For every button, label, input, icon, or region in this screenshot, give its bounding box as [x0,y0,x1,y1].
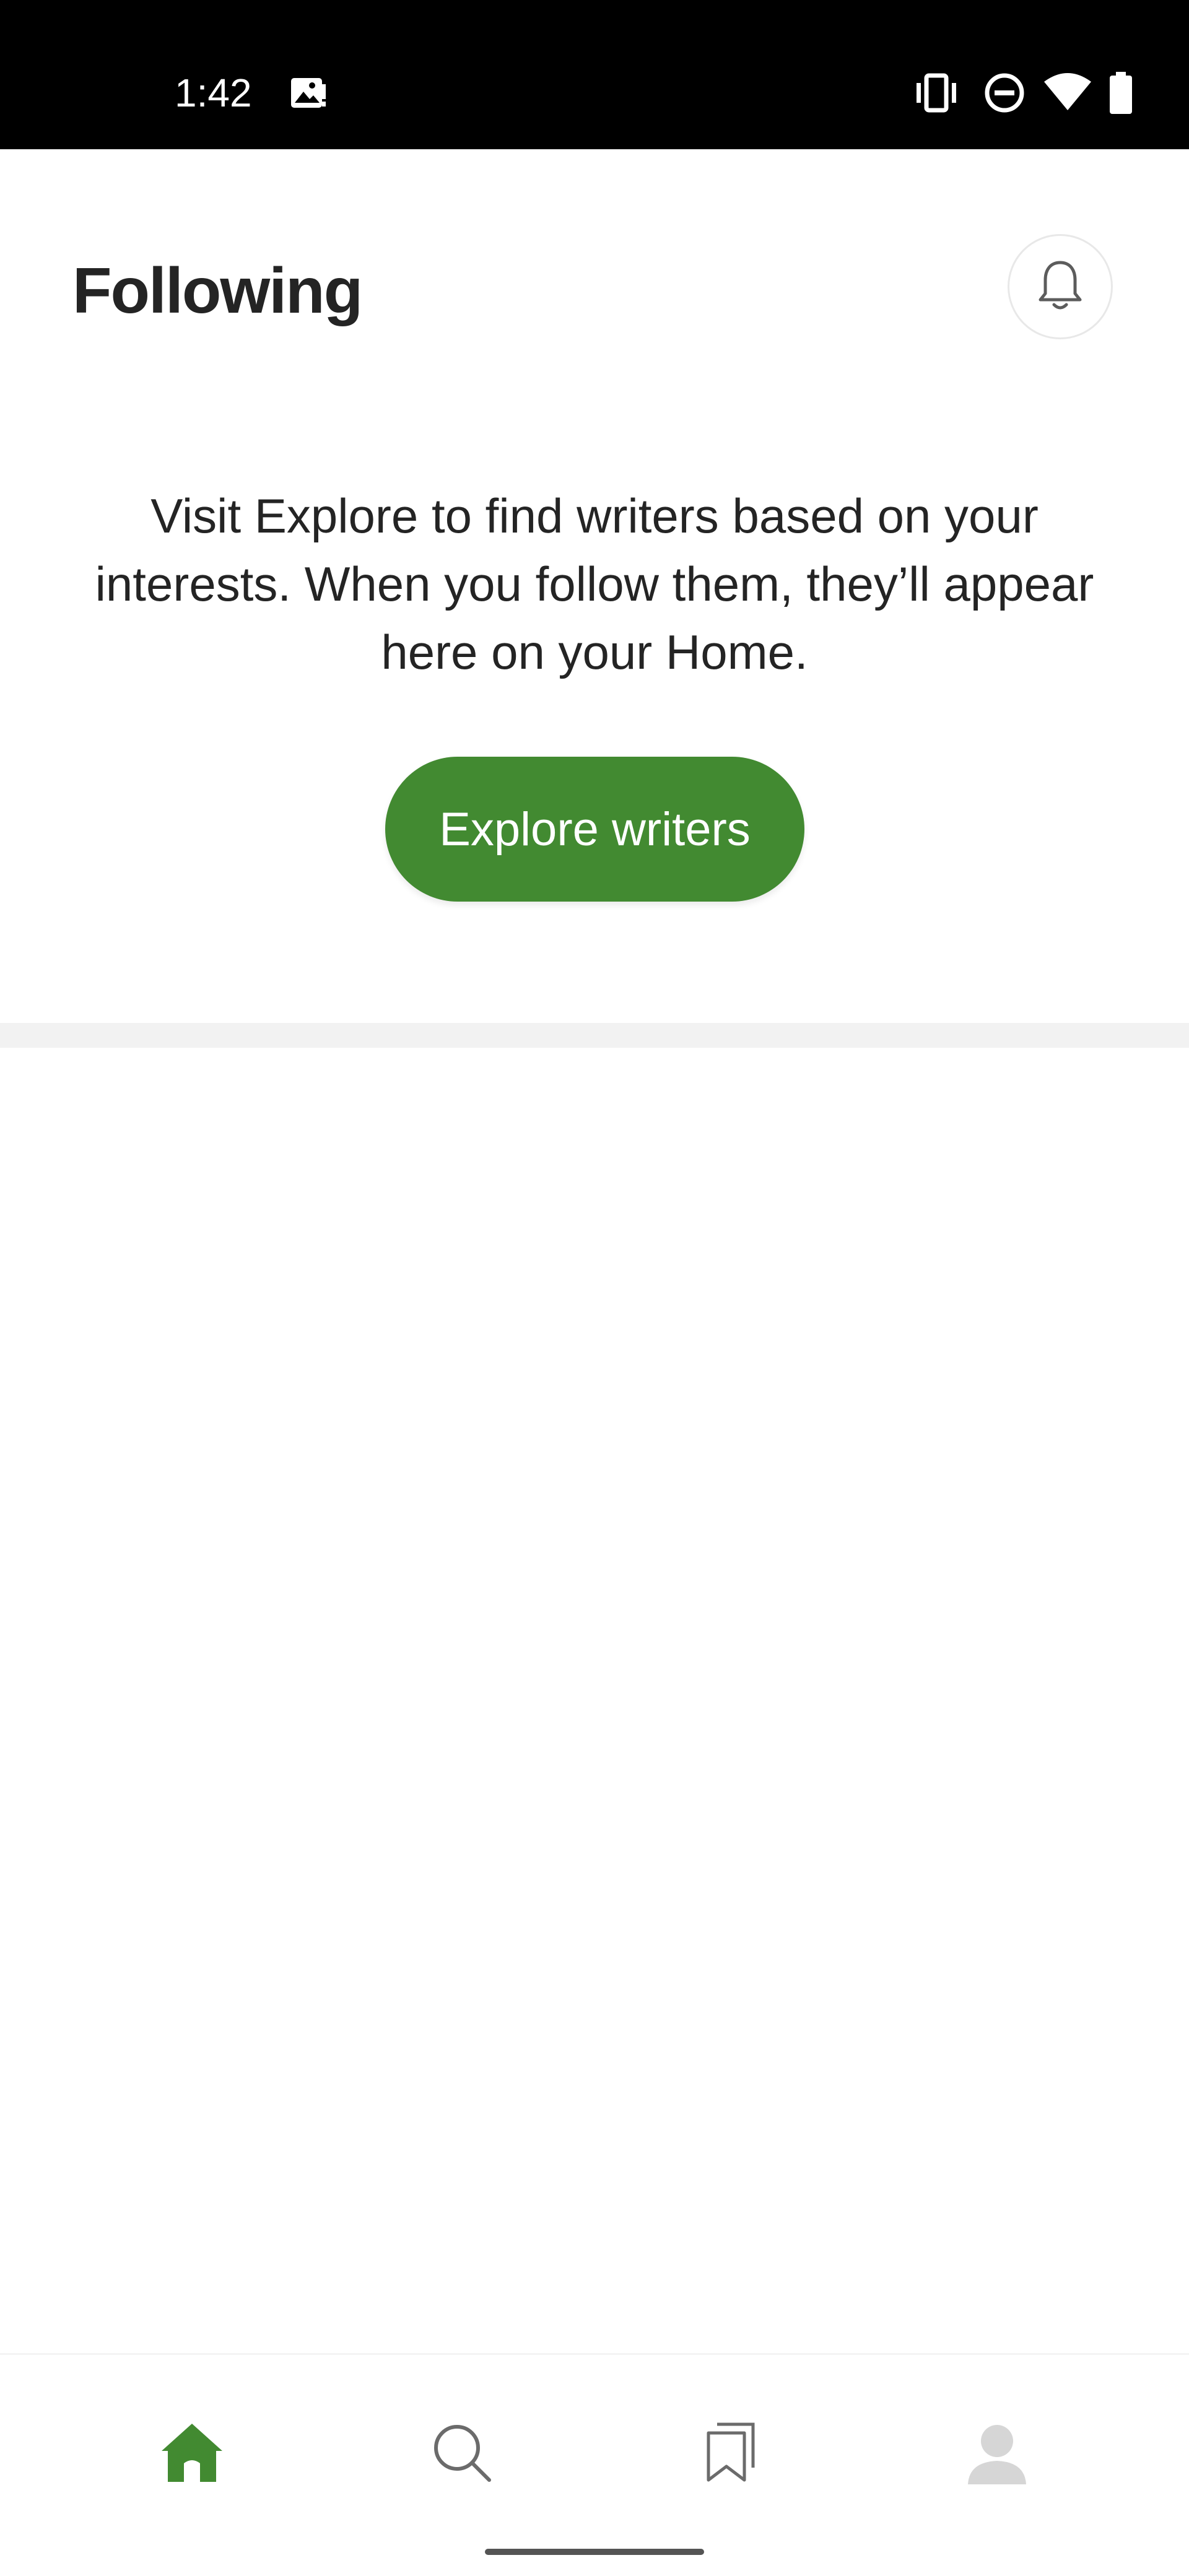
search-icon [431,2422,493,2487]
nav-item-home[interactable] [142,2404,242,2504]
image-notification-icon [289,69,328,116]
battery-icon [1107,69,1135,116]
bottom-nav [0,2353,1189,2576]
nav-item-search[interactable] [412,2404,512,2504]
home-icon [158,2419,226,2490]
home-indicator[interactable] [485,2549,704,2555]
screen: 1:42 Following Visit Explore to find wri… [0,0,1189,2576]
wifi-icon [1043,69,1092,116]
section-divider [0,1023,1189,1048]
profile-avatar-icon [963,2419,1031,2490]
notifications-button[interactable] [1008,234,1113,339]
status-bar: 1:42 [0,0,1189,149]
empty-state-message: Visit Explore to find writers based on y… [95,489,1094,679]
bell-icon [1035,258,1085,316]
vibrate-icon [913,69,960,116]
do-not-disturb-icon [981,69,1028,116]
bookmarks-icon [700,2422,762,2487]
nav-item-profile[interactable] [947,2404,1047,2504]
nav-item-bookmarks[interactable] [681,2404,780,2504]
explore-writers-button[interactable]: Explore writers [385,757,804,902]
page-title: Following [72,255,363,327]
status-time: 1:42 [175,71,252,115]
